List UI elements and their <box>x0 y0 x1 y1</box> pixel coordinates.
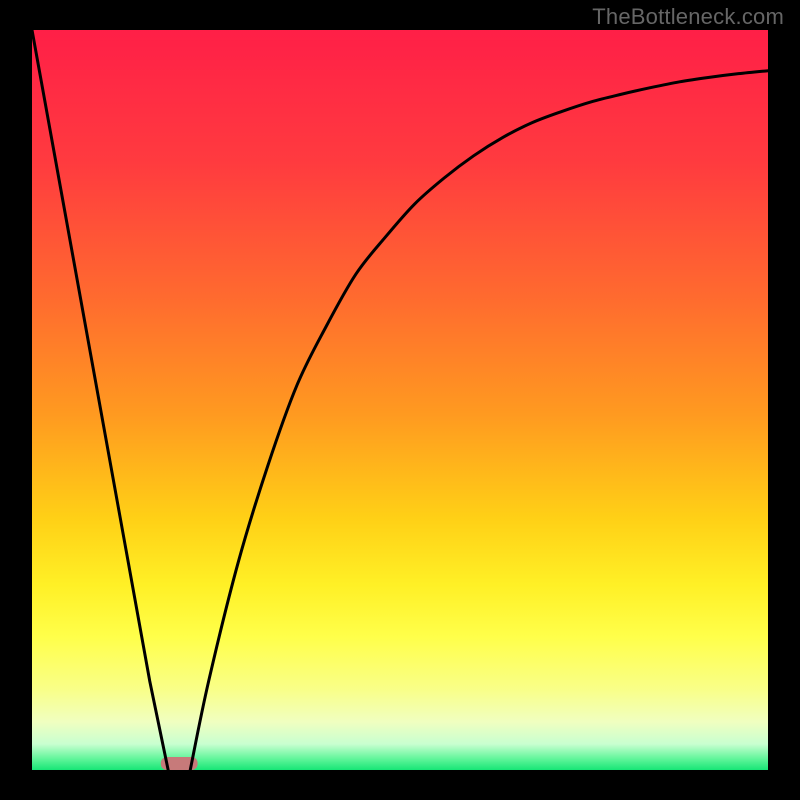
chart-svg <box>0 0 800 800</box>
plot-background <box>32 30 768 770</box>
chart-frame: TheBottleneck.com <box>0 0 800 800</box>
watermark-text: TheBottleneck.com <box>592 4 784 30</box>
